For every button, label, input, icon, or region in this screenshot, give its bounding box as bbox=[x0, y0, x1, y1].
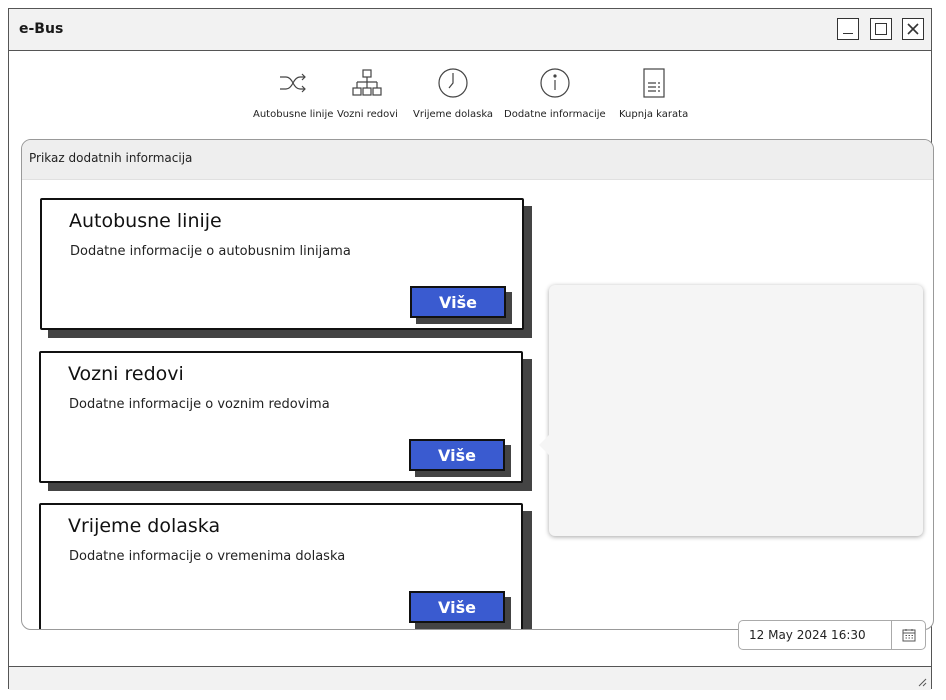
toolbar-label: Autobusne linije bbox=[253, 109, 334, 120]
toolbar-item-kupnja-karata[interactable]: Kupnja karata bbox=[619, 67, 688, 120]
window-title: e-Bus bbox=[19, 21, 64, 37]
close-icon bbox=[907, 23, 919, 35]
shuffle-icon bbox=[277, 67, 309, 99]
clock-icon bbox=[437, 67, 469, 99]
datetime-value[interactable]: 12 May 2024 16:30 bbox=[739, 621, 891, 649]
toolbar-item-vozni-redovi[interactable]: Vozni redovi bbox=[337, 67, 398, 120]
card-title: Vozni redovi bbox=[68, 363, 184, 385]
minimize-button[interactable] bbox=[837, 18, 859, 40]
toolbar-label: Vrijeme dolaska bbox=[413, 109, 494, 120]
card-vrijeme-dolaska: Vrijeme dolaska Dodatne informacije o vr… bbox=[39, 503, 523, 629]
more-button[interactable]: Više bbox=[409, 591, 505, 623]
panel-header: Prikaz dodatnih informacija bbox=[22, 140, 933, 180]
card-description: Dodatne informacije o voznim redovima bbox=[69, 397, 330, 412]
toolbar-label: Vozni redovi bbox=[337, 109, 398, 120]
maximize-button[interactable] bbox=[870, 18, 892, 40]
popover-arrow bbox=[539, 435, 549, 455]
app-window: e-Bus Autobusne linije Vozni redovi Vrij… bbox=[8, 8, 934, 690]
resize-grip-icon[interactable] bbox=[917, 677, 927, 687]
card-description: Dodatne informacije o vremenima dolaska bbox=[69, 549, 346, 564]
info-icon bbox=[539, 67, 571, 99]
calendar-icon bbox=[902, 629, 915, 642]
title-bar: e-Bus bbox=[9, 9, 931, 51]
minimize-icon bbox=[843, 32, 853, 34]
close-button[interactable] bbox=[902, 18, 924, 40]
toolbar-item-dodatne-informacije[interactable]: Dodatne informacije bbox=[504, 67, 606, 120]
card-autobusne-linije: Autobusne linije Dodatne informacije o a… bbox=[40, 198, 524, 330]
toolbar-label: Dodatne informacije bbox=[504, 109, 606, 120]
card-title: Autobusne linije bbox=[69, 210, 222, 232]
toolbar-item-vrijeme-dolaska[interactable]: Vrijeme dolaska bbox=[413, 67, 493, 120]
sitemap-icon bbox=[351, 67, 383, 99]
document-icon bbox=[638, 67, 670, 99]
calendar-button[interactable] bbox=[891, 621, 925, 649]
more-button[interactable]: Više bbox=[410, 286, 506, 318]
info-popover bbox=[539, 285, 923, 536]
more-button[interactable]: Više bbox=[409, 439, 505, 471]
card-title: Vrijeme dolaska bbox=[68, 515, 221, 537]
card-description: Dodatne informacije o autobusnim linijam… bbox=[70, 244, 351, 259]
toolbar-item-autobusne-linije[interactable]: Autobusne linije bbox=[253, 67, 333, 120]
card-vozni-redovi: Vozni redovi Dodatne informacije o vozni… bbox=[39, 351, 523, 483]
maximize-icon bbox=[875, 23, 887, 35]
status-bar bbox=[9, 666, 931, 690]
toolbar-label: Kupnja karata bbox=[619, 109, 689, 120]
datetime-picker[interactable]: 12 May 2024 16:30 bbox=[738, 620, 926, 650]
